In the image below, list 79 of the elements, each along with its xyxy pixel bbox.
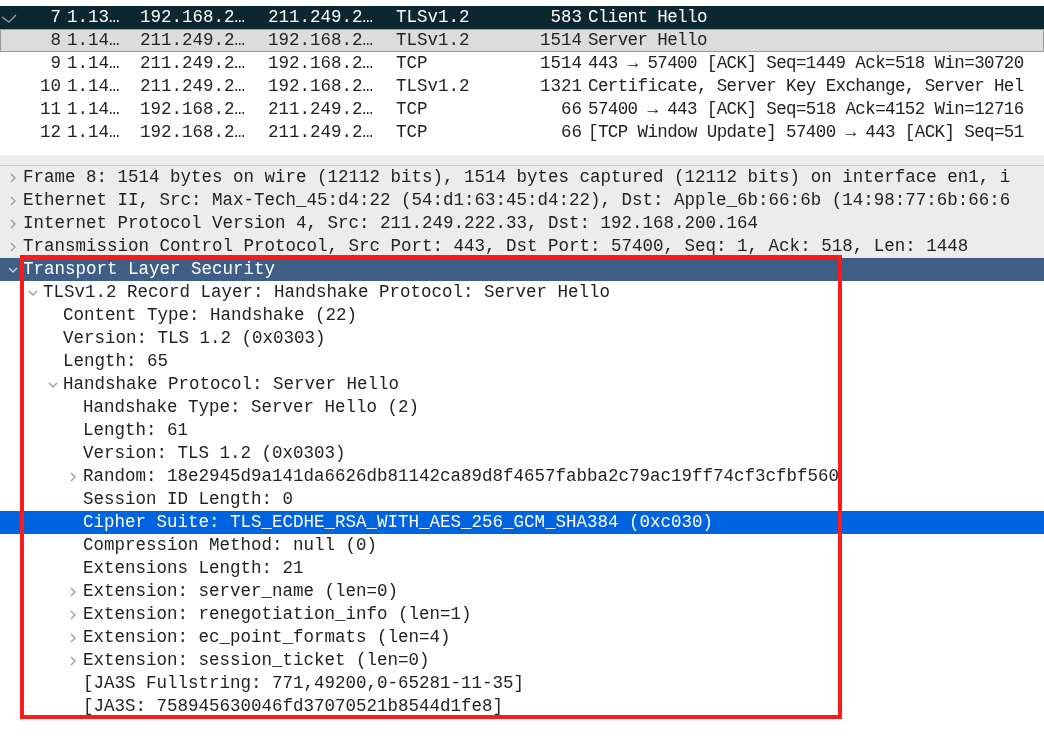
tree-label: Internet Protocol Version 4, Src: 211.249.222.33, Dst: 192.168.200.164 [23, 212, 759, 235]
tree-label: Length: 61 [83, 419, 189, 442]
packet-length: 1514 [540, 30, 582, 50]
packet-time: 1.14… [67, 122, 120, 142]
chevron-right-icon[interactable] [68, 609, 78, 620]
packet-info: Certificate, Server Key Exchange, Server Hel [588, 76, 1024, 96]
tree-label: Cipher Suite: TLS_ECDHE_RSA_WITH_AES_256_GCM_SHA384 (0xc030) [83, 511, 714, 534]
packet-number: 12 [40, 122, 61, 142]
chevron-right-icon[interactable] [8, 195, 18, 206]
tree-label: Session ID Length: 0 [83, 488, 294, 511]
chevron-right-icon[interactable] [8, 218, 18, 229]
packet-row[interactable]: 7 1.13… 192.168.2… 211.249.2… TLSv1.2 583 Client Hello [0, 6, 1044, 29]
tree-label: [JA3S Fullstring: 771,49200,0-65281-11-35] [83, 672, 525, 695]
packet-number: 11 [40, 99, 61, 119]
packet-protocol: TCP [396, 122, 428, 142]
chevron-right-icon[interactable] [68, 632, 78, 643]
chevron-right-icon[interactable] [68, 655, 78, 666]
tree-label: Version: TLS 1.2 (0x0303) [83, 442, 346, 465]
packet-protocol: TLSv1.2 [396, 76, 470, 96]
tree-row[interactable]: Internet Protocol Version 4, Src: 211.249.222.33, Dst: 192.168.200.164 [0, 212, 1044, 235]
packet-length: 66 [561, 122, 582, 142]
packet-protocol: TCP [396, 53, 428, 73]
packet-destination: 192.168.2… [268, 53, 374, 73]
tree-label: Handshake Protocol: Server Hello [63, 373, 400, 396]
tree-label: Random: 18e2945d9a141da6626db81142ca89d8f4657fabba2c79ac19ff74cf3cfbf560 [83, 465, 840, 488]
chevron-right-icon[interactable] [68, 586, 78, 597]
tree-label: Extension: ec_point_formats (len=4) [83, 626, 451, 649]
tree-label: Content Type: Handshake (22) [63, 304, 358, 327]
tree-label: Length: 65 [63, 350, 169, 373]
packet-source: 192.168.2… [140, 122, 246, 142]
packet-number: 7 [50, 7, 61, 27]
packet-source: 192.168.2… [140, 7, 246, 27]
tree-label: Extension: session_ticket (len=0) [83, 649, 430, 672]
splitter-bar[interactable] [0, 155, 1044, 166]
packet-time: 1.14… [67, 76, 120, 96]
packet-length: 1514 [540, 53, 582, 73]
packet-source: 211.249.2… [140, 30, 246, 50]
tree-label: Handshake Type: Server Hello (2) [83, 396, 420, 419]
packet-info: [TCP Window Update] 57400 → 443 [ACK] Seq=51 [588, 122, 1024, 142]
packet-length: 583 [550, 7, 582, 27]
packet-time: 1.14… [67, 53, 120, 73]
packet-info: 443 → 57400 [ACK] Seq=1449 Ack=518 Win=30720 [588, 53, 1024, 73]
packet-protocol: TLSv1.2 [396, 30, 470, 50]
tree-label: Extension: server_name (len=0) [83, 580, 399, 603]
packet-destination: 192.168.2… [268, 30, 374, 50]
packet-length: 1321 [540, 76, 582, 96]
packet-source: 211.249.2… [140, 53, 246, 73]
packet-time: 1.13… [67, 7, 120, 27]
tree-row[interactable]: Transport Layer Security [0, 258, 1044, 281]
packet-source: 192.168.2… [140, 99, 246, 119]
tree-row[interactable]: Cipher Suite: TLS_ECDHE_RSA_WITH_AES_256_GCM_SHA384 (0xc030) [0, 511, 1044, 534]
chevron-right-icon[interactable] [68, 471, 78, 482]
tree-label: Extension: renegotiation_info (len=1) [83, 603, 472, 626]
packet-destination: 192.168.2… [268, 76, 374, 96]
tree-label: Transport Layer Security [23, 258, 276, 281]
packet-info: 57400 → 443 [ACK] Seq=518 Ack=4152 Win=12716 [588, 99, 1024, 119]
tree-label: Version: TLS 1.2 (0x0303) [63, 327, 326, 350]
tree-label: Compression Method: null (0) [83, 534, 378, 557]
packet-time: 1.14… [67, 30, 120, 50]
packet-info: Server Hello [588, 30, 707, 50]
packet-destination: 211.249.2… [268, 122, 374, 142]
packet-number: 8 [50, 30, 61, 50]
packet-source: 211.249.2… [140, 76, 246, 96]
chevron-right-icon[interactable] [8, 241, 18, 252]
related-packet-icon [1, 14, 17, 24]
tree-label: TLSv1.2 Record Layer: Handshake Protocol: Server Hello [43, 281, 611, 304]
chevron-right-icon[interactable] [8, 172, 18, 183]
packet-destination: 211.249.2… [268, 7, 374, 27]
packet-number: 9 [50, 53, 61, 73]
packet-row[interactable]: 8 1.14… 211.249.2… 192.168.2… TLSv1.2 1514 Server Hello [0, 29, 1044, 52]
packet-protocol: TCP [396, 99, 428, 119]
tree-label: Extensions Length: 21 [83, 557, 304, 580]
packet-protocol: TLSv1.2 [396, 7, 470, 27]
tree-label: [JA3S: 758945630046fd37070521b8544d1fe8] [83, 695, 504, 718]
packet-destination: 211.249.2… [268, 99, 374, 119]
packet-info: Client Hello [588, 7, 707, 27]
packet-length: 66 [561, 99, 582, 119]
packet-time: 1.14… [67, 99, 120, 119]
packet-number: 10 [40, 76, 61, 96]
